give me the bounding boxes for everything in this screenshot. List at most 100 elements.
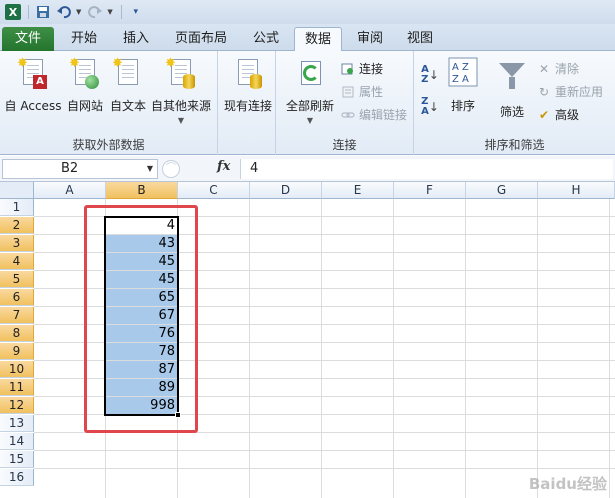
chevron-down-icon: ▼ bbox=[177, 116, 185, 125]
sort-descending-button[interactable]: Z A ↓ bbox=[421, 96, 441, 117]
clear-label: 清除 bbox=[555, 62, 580, 76]
sort-az-icon: A Z ↓ bbox=[421, 64, 439, 85]
insert-function-button[interactable]: fx bbox=[217, 159, 230, 174]
column-header-d[interactable]: D bbox=[250, 182, 322, 199]
advanced-filter-icon: ✔ bbox=[538, 108, 550, 122]
row-header-2[interactable]: 2 bbox=[0, 217, 34, 234]
spreadsheet-grid[interactable]: A B C D E F G H 1 2 3 4 5 6 7 8 9 10 11 … bbox=[0, 182, 615, 498]
tab-view[interactable]: 视图 bbox=[398, 27, 442, 51]
row-header-15[interactable]: 15 bbox=[0, 451, 34, 468]
row-header-9[interactable]: 9 bbox=[0, 343, 34, 360]
gridline bbox=[609, 199, 610, 498]
sort-ascending-button[interactable]: A Z ↓ bbox=[421, 64, 441, 85]
group-label-sort-filter: 排序和筛选 bbox=[484, 138, 545, 152]
column-header-f[interactable]: F bbox=[394, 182, 466, 199]
refresh-all-button[interactable]: 全部刷新 ▼ bbox=[282, 57, 338, 125]
column-header-c[interactable]: C bbox=[178, 182, 250, 199]
svg-text:Z A: Z A bbox=[452, 74, 469, 85]
chevron-down-icon: ▼ bbox=[306, 116, 314, 125]
excel-icon[interactable]: X bbox=[3, 3, 23, 21]
database-icon: ✸ bbox=[165, 57, 197, 91]
column-header-b[interactable]: B bbox=[106, 182, 178, 199]
from-access-label: 自 Access bbox=[4, 99, 62, 113]
refresh-all-label: 全部刷新 bbox=[285, 99, 334, 113]
row-header-11[interactable]: 11 bbox=[0, 379, 34, 396]
row-header-16[interactable]: 16 bbox=[0, 469, 34, 486]
connections-button[interactable]: 连接 bbox=[340, 59, 383, 79]
column-header-a[interactable]: A bbox=[34, 182, 106, 199]
from-access-button[interactable]: ✸ A 自 Access bbox=[4, 57, 62, 114]
gridline bbox=[393, 199, 394, 498]
redo-icon[interactable] bbox=[85, 3, 105, 21]
undo-dropdown-icon[interactable]: ▼ bbox=[76, 8, 81, 16]
connections-icon bbox=[340, 61, 356, 77]
tab-review[interactable]: 审阅 bbox=[348, 27, 392, 51]
ribbon-tabs: 文件 开始 插入 页面布局 公式 数据 审阅 视图 bbox=[0, 24, 615, 52]
tab-data[interactable]: 数据 bbox=[294, 27, 342, 52]
app-logo: X bbox=[5, 4, 21, 20]
gridline bbox=[321, 199, 322, 498]
from-other-sources-button[interactable]: ✸ 自其他来源 ▼ bbox=[150, 57, 212, 125]
row-header-12[interactable]: 12 bbox=[0, 397, 34, 414]
gridline bbox=[465, 199, 466, 498]
from-web-label: 自网站 bbox=[66, 99, 103, 113]
tab-page-layout[interactable]: 页面布局 bbox=[166, 27, 236, 51]
row-header-6[interactable]: 6 bbox=[0, 289, 34, 306]
name-box-value: B2 bbox=[61, 161, 79, 176]
formula-input[interactable]: 4 bbox=[240, 159, 613, 179]
column-header-e[interactable]: E bbox=[322, 182, 394, 199]
column-header-g[interactable]: G bbox=[466, 182, 538, 199]
row-header-14[interactable]: 14 bbox=[0, 433, 34, 450]
sort-button[interactable]: A ZZ A 排序 bbox=[444, 57, 482, 114]
reapply-button[interactable]: ↻ 重新应用 bbox=[536, 82, 603, 102]
edit-links-button[interactable]: 编辑链接 bbox=[340, 105, 407, 125]
from-text-label: 自文本 bbox=[109, 99, 146, 113]
tab-file[interactable]: 文件 bbox=[2, 27, 54, 51]
chevron-down-icon[interactable]: ▼ bbox=[147, 160, 153, 178]
row-header-10[interactable]: 10 bbox=[0, 361, 34, 378]
save-icon[interactable] bbox=[33, 3, 53, 21]
group-connections: 全部刷新 ▼ 连接 属性 编辑链接 连接 bbox=[276, 51, 414, 155]
existing-connections-icon bbox=[232, 57, 264, 91]
column-header-h[interactable]: H bbox=[538, 182, 615, 199]
name-box[interactable]: B2 ▼ bbox=[2, 159, 158, 179]
row-header-5[interactable]: 5 bbox=[0, 271, 34, 288]
reapply-label: 重新应用 bbox=[555, 85, 604, 99]
row-header-1[interactable]: 1 bbox=[0, 199, 34, 216]
properties-button[interactable]: 属性 bbox=[340, 82, 383, 102]
gridline bbox=[537, 199, 538, 498]
existing-connections-button[interactable]: 现有连接 bbox=[222, 57, 274, 114]
select-all-corner[interactable] bbox=[0, 182, 34, 199]
refresh-icon bbox=[294, 57, 326, 91]
annotation-highlight bbox=[84, 205, 198, 433]
properties-label: 属性 bbox=[359, 85, 384, 99]
svg-text:A Z: A Z bbox=[452, 62, 469, 73]
from-text-button[interactable]: ✸ 自文本 bbox=[108, 57, 148, 114]
connections-label: 连接 bbox=[359, 62, 384, 76]
advanced-button[interactable]: ✔ 高级 bbox=[536, 105, 579, 125]
row-header-3[interactable]: 3 bbox=[0, 235, 34, 252]
tab-formulas[interactable]: 公式 bbox=[244, 27, 288, 51]
separator bbox=[120, 5, 122, 19]
group-get-external-data: ✸ A 自 Access ✸ 自网站 ✸ 自文本 ✸ 自其他来源 ▼ 获取外部数据 bbox=[0, 51, 218, 155]
tab-insert[interactable]: 插入 bbox=[114, 27, 158, 51]
customize-icon[interactable]: ▾ bbox=[126, 3, 146, 21]
formula-bar-toggle-icon[interactable]: ⌒ bbox=[162, 160, 180, 178]
row-header-4[interactable]: 4 bbox=[0, 253, 34, 270]
sort-za-icon: Z A ↓ bbox=[421, 96, 439, 117]
web-icon: ✸ bbox=[69, 57, 101, 91]
undo-icon[interactable] bbox=[54, 3, 74, 21]
tab-home[interactable]: 开始 bbox=[62, 27, 106, 51]
clear-button[interactable]: ✕ 清除 bbox=[536, 59, 579, 79]
redo-dropdown-icon[interactable]: ▼ bbox=[107, 8, 112, 16]
group-sort-filter: A Z ↓ Z A ↓ A ZZ A 排序 筛选 ✕ 清除 ↻ 重新应用 ✔ 高级 排序… bbox=[414, 51, 615, 155]
gridline bbox=[249, 199, 250, 498]
edit-links-label: 编辑链接 bbox=[359, 108, 408, 122]
row-header-8[interactable]: 8 bbox=[0, 325, 34, 342]
filter-button[interactable]: 筛选 bbox=[494, 57, 530, 120]
from-web-button[interactable]: ✸ 自网站 bbox=[62, 57, 108, 114]
row-header-7[interactable]: 7 bbox=[0, 307, 34, 324]
ribbon: ✸ A 自 Access ✸ 自网站 ✸ 自文本 ✸ 自其他来源 ▼ 获取外部数据… bbox=[0, 51, 615, 155]
row-header-13[interactable]: 13 bbox=[0, 415, 34, 432]
sort-dialog-icon: A ZZ A bbox=[447, 57, 479, 91]
